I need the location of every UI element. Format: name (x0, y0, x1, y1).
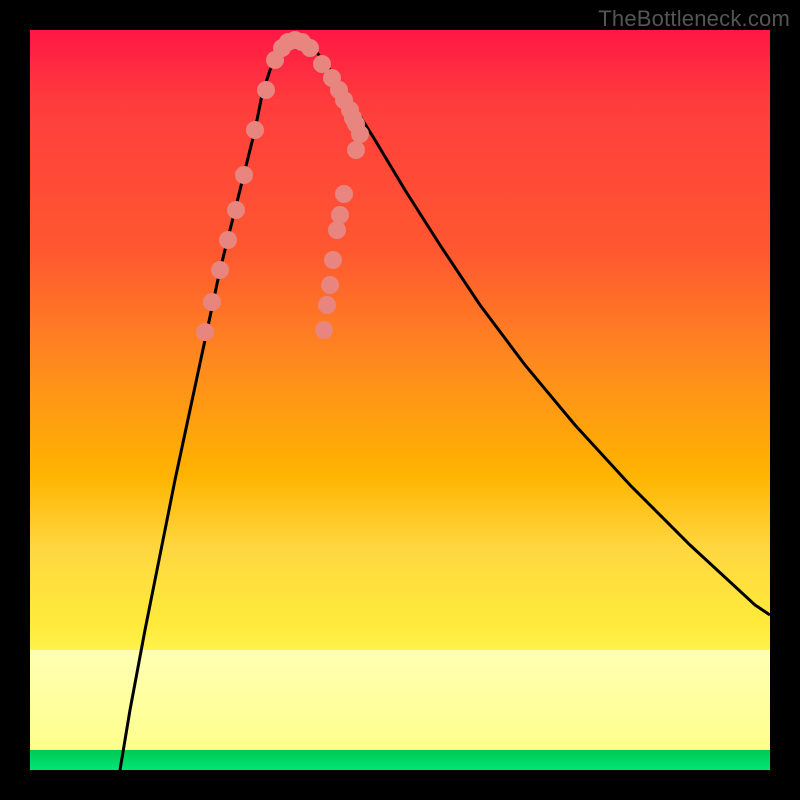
curve-marker (315, 321, 333, 339)
curve-marker (257, 81, 275, 99)
curve-marker (324, 251, 342, 269)
curve-marker (335, 185, 353, 203)
curve-marker (347, 141, 365, 159)
curve-marker (219, 231, 237, 249)
curve-marker (301, 39, 319, 57)
curve-marker (211, 261, 229, 279)
curve-marker (246, 121, 264, 139)
watermark-text: TheBottleneck.com (598, 6, 790, 32)
curve-markers (196, 31, 369, 341)
curve-marker (318, 296, 336, 314)
bottleneck-curve (120, 42, 770, 770)
chart-stage: TheBottleneck.com (0, 0, 800, 800)
curve-marker (328, 221, 346, 239)
curve-svg (30, 30, 770, 770)
curve-marker (321, 276, 339, 294)
curve-marker (351, 125, 369, 143)
curve-marker (227, 201, 245, 219)
curve-marker (235, 166, 253, 184)
curve-marker (196, 323, 214, 341)
curve-marker (331, 206, 349, 224)
curve-marker (203, 293, 221, 311)
